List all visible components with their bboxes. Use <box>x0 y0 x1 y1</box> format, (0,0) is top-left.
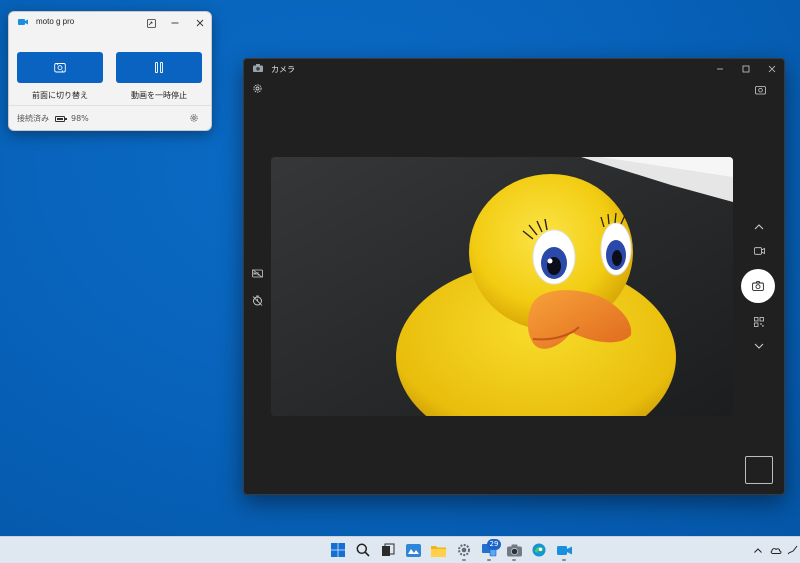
video-camera-taskbar-button[interactable] <box>556 542 572 558</box>
rubber-duck-photo <box>271 157 733 416</box>
close-button[interactable] <box>763 62 781 76</box>
edge-browser-button[interactable] <box>531 542 547 558</box>
last-capture-thumbnail[interactable] <box>745 456 773 484</box>
pen-menu-button[interactable] <box>787 544 799 556</box>
video-camera-icon <box>753 247 765 255</box>
minimize-icon <box>717 68 723 70</box>
take-photo-button[interactable] <box>741 269 775 303</box>
pause-video-label: 動画を一時停止 <box>131 91 187 100</box>
switch-camera-label: 前面に切り替え <box>32 91 88 100</box>
video-camera-icon <box>18 19 28 25</box>
chevron-up-icon <box>754 547 762 553</box>
chevron-up-icon <box>754 224 764 230</box>
settings-gear-icon <box>252 83 262 93</box>
camera-title: カメラ <box>271 65 295 74</box>
qr-code-icon <box>754 317 764 327</box>
camera-window: カメラ <box>243 58 785 495</box>
hdr-off-icon <box>251 268 263 278</box>
close-icon <box>196 19 204 27</box>
show-hidden-icons-button[interactable] <box>752 544 764 556</box>
battery-icon <box>55 115 67 122</box>
switch-camera-button[interactable] <box>17 52 103 83</box>
cloud-icon <box>770 548 782 554</box>
scroll-down-button[interactable] <box>752 339 766 353</box>
phone-link-title: moto g pro <box>36 17 75 26</box>
camera-app-icon <box>253 64 263 72</box>
task-view-button[interactable] <box>380 542 396 558</box>
settings-app-button[interactable] <box>456 542 472 558</box>
switch-camera-icon <box>754 86 766 95</box>
divider <box>9 105 211 106</box>
pause-icon <box>155 62 163 73</box>
phone-link-window: moto g pro 前面に切り替え 動画を一時停止 接続済み 98% <box>8 11 212 131</box>
notification-badge: 29 <box>487 539 501 550</box>
running-indicator <box>562 559 566 561</box>
close-button[interactable] <box>191 15 209 31</box>
edge-icon <box>532 543 546 557</box>
pen-icon <box>787 545 798 555</box>
switch-camera-button[interactable] <box>753 83 767 97</box>
windows-logo-icon <box>331 543 345 557</box>
widgets-icon <box>405 543 421 557</box>
start-button[interactable] <box>330 542 346 558</box>
maximize-icon <box>742 65 750 73</box>
folder-icon <box>430 545 446 557</box>
hdr-button[interactable] <box>250 266 264 280</box>
task-view-icon <box>382 543 395 556</box>
video-camera-icon <box>556 545 572 555</box>
pin-window-icon <box>146 18 156 28</box>
running-indicator <box>462 559 466 561</box>
battery-percent: 98% <box>71 114 89 123</box>
search-button[interactable] <box>355 542 371 558</box>
settings-gear-icon <box>458 544 470 556</box>
onedrive-button[interactable] <box>770 544 782 556</box>
minimize-button[interactable] <box>166 15 184 31</box>
connection-status: 接続済み 98% <box>17 113 89 124</box>
pin-window-button[interactable] <box>142 15 160 31</box>
running-indicator <box>487 559 491 561</box>
camera-taskbar-button[interactable] <box>506 542 522 558</box>
video-mode-button[interactable] <box>752 244 766 258</box>
phone-link-titlebar[interactable]: moto g pro <box>9 12 211 34</box>
maximize-button[interactable] <box>737 62 755 76</box>
connection-status-text: 接続済み <box>17 114 49 123</box>
minimize-button[interactable] <box>711 62 729 76</box>
running-indicator <box>512 559 516 561</box>
settings-gear-icon[interactable] <box>189 113 199 123</box>
close-icon <box>768 65 776 73</box>
chevron-down-icon <box>754 343 764 349</box>
pause-video-button[interactable] <box>116 52 202 83</box>
timer-off-icon <box>252 295 262 306</box>
camera-app-icon <box>506 544 522 556</box>
qr-scan-button[interactable] <box>752 315 766 329</box>
camera-titlebar[interactable]: カメラ <box>244 59 784 79</box>
minimize-icon <box>171 22 179 24</box>
scroll-up-button[interactable] <box>752 220 766 234</box>
taskbar <box>0 536 800 563</box>
search-icon <box>356 543 370 557</box>
widgets-button[interactable] <box>405 542 421 558</box>
switch-camera-icon <box>54 63 66 73</box>
file-explorer-button[interactable] <box>430 542 446 558</box>
camera-icon <box>752 281 764 291</box>
camera-viewfinder <box>271 157 733 416</box>
camera-settings-button[interactable] <box>250 81 264 95</box>
timer-button[interactable] <box>250 293 264 307</box>
